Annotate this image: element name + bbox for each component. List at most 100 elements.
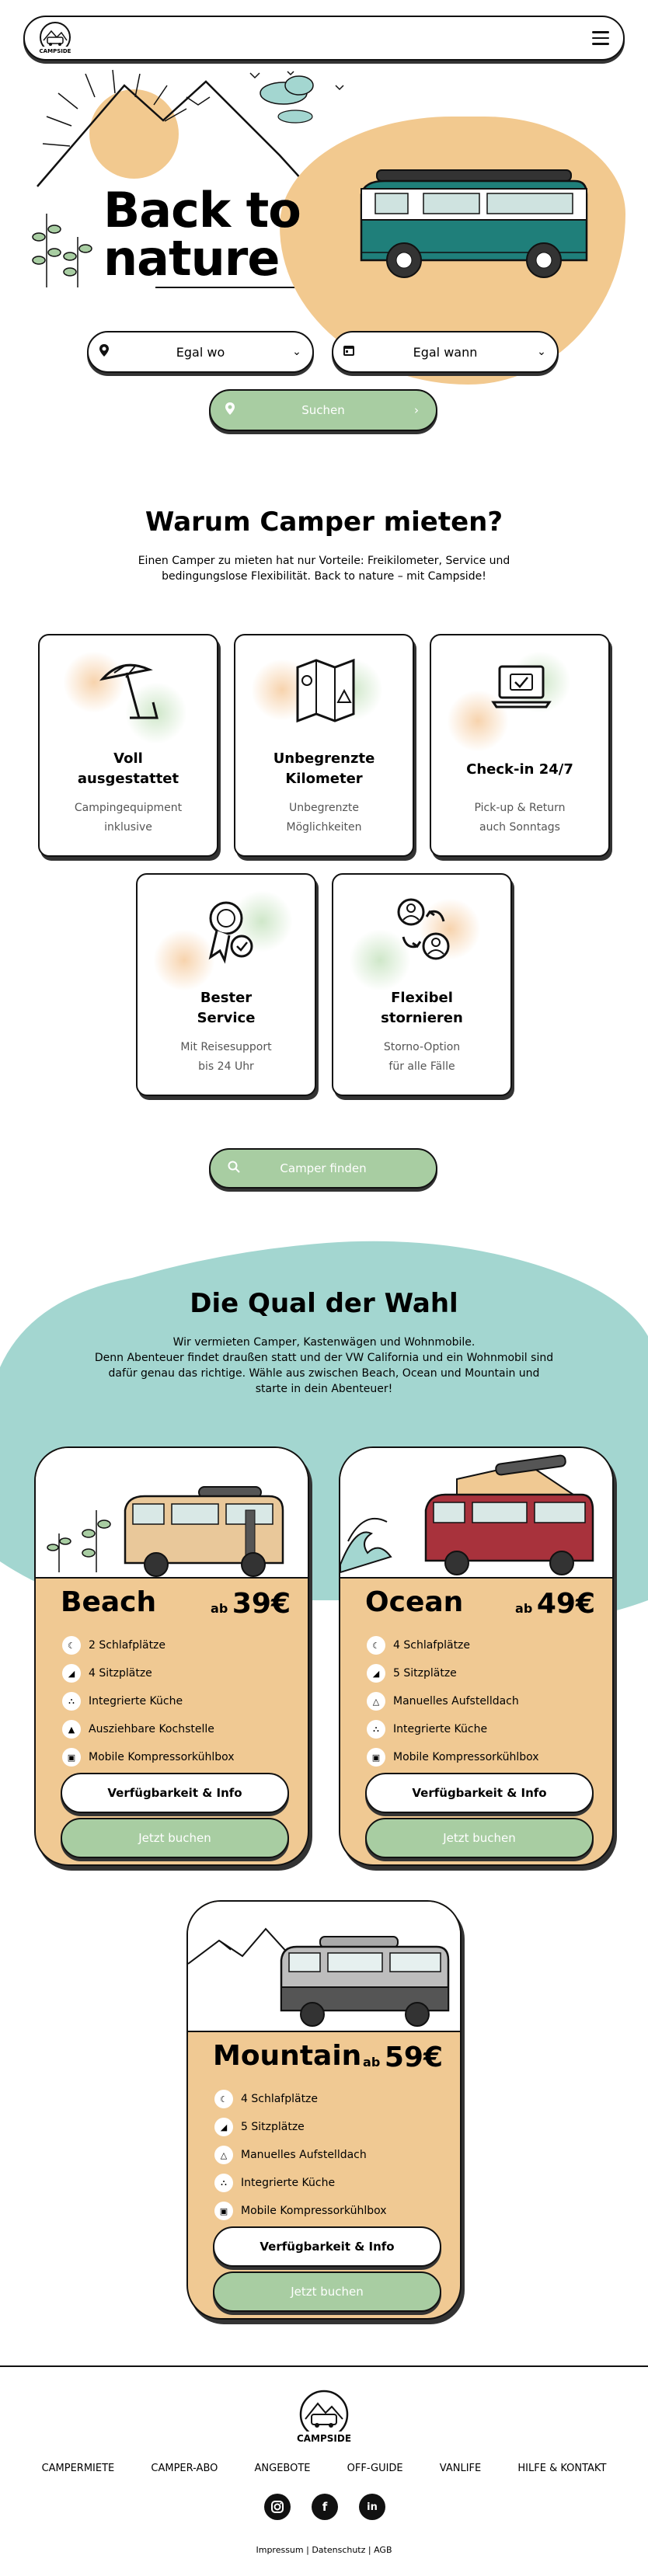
list-item: ⛬ Integrierte Küche [62,1687,235,1715]
feature-description: Pick-up & Return auch Sonntags [474,802,566,834]
top-navbar: CAMPSIDE [23,16,625,61]
list-item: ⛬ Integrierte Küche [214,2169,387,2197]
swap-users-icon [397,898,450,960]
camper-card-mountain: Mountain ab 59€ ☾ 4 Schlafplätze ◢ 5 Sitzp… [186,1900,462,2320]
list-item: ▣ Mobile Kompressorkühlbox [214,2197,387,2225]
book-now-button[interactable]: Jetzt buchen [213,2271,441,2312]
hamburger-icon[interactable] [592,31,609,45]
cloud-icon [260,75,314,124]
seat-icon: ◢ [214,2118,233,2136]
list-item: ▣ Mobile Kompressorkühlbox [62,1743,235,1771]
camper-price: ab 59€ [363,2042,443,2073]
why-intro-line1: Einen Camper zu mieten hat nur Vorteile:… [138,555,510,567]
feature-title: Bester Service [197,990,256,1026]
kitchen-icon: ⛬ [214,2174,233,2192]
list-item: ◢ 4 Sitzplätze [62,1659,235,1687]
feature-title: Unbegrenzte Kilometer [273,750,375,787]
why-intro-line2: bedingungslose Flexibilität. Back to nat… [162,570,486,583]
footer-link-camper-abo[interactable]: CAMPER-ABO [151,2463,218,2474]
where-select[interactable]: Egal wo ⌄ [87,331,314,373]
find-camper-button[interactable]: Camper finden [209,1148,437,1189]
chevron-right-icon: › [414,403,419,417]
feature-card: Flexibel stornieren Storno-Option für alle… [332,873,512,1096]
list-item: ◢ 5 Sitzplätze [214,2113,387,2141]
fridge-icon: ▣ [214,2202,233,2220]
feature-card: Check-in 24/7 Pick-up & Return auch Sonnt… [430,634,610,857]
kitchen-icon: ⛬ [367,1720,385,1739]
footer-link-vanlife[interactable]: VANLIFE [440,2463,481,2474]
book-now-button[interactable]: Jetzt buchen [365,1818,594,1858]
list-item: ⛬ Integrierte Küche [367,1715,539,1743]
moon-icon: ☾ [62,1636,81,1655]
camper-card-ocean: Ocean ab 49€ ☾ 4 Schlafplätze ◢ 5 Sitzplät… [339,1446,614,1866]
flame-icon: ▲ [62,1720,81,1739]
feature-description: Campingequipment inklusive [74,802,183,834]
hero-van-illustration [360,169,588,278]
camper-price: ab 39€ [211,1588,291,1620]
hero-title: Back to nature [103,186,301,283]
list-item: ☾ 4 Schlafplätze [367,1631,539,1659]
footer-nav: CAMPERMIETE CAMPER-ABO ANGEBOTE OFF-GUID… [0,2463,648,2474]
camper-image [340,1448,612,1579]
map-icon [296,658,355,723]
footer-link-campermiete[interactable]: CAMPERMIETE [42,2463,115,2474]
list-item: △ Manuelles Aufstelldach [214,2141,387,2169]
campside-logo[interactable]: CAMPSIDE [36,20,75,56]
when-select-value: Egal wann [413,344,478,360]
feature-list: ☾ 4 Schlafplätze ◢ 5 Sitzplätze △ Manuelles… [367,1631,539,1771]
social-links: f in [264,2494,385,2520]
fridge-icon: ▣ [367,1748,385,1767]
facebook-icon[interactable]: f [312,2494,338,2520]
laptop-check-icon [491,665,552,708]
location-pin-icon [89,343,120,360]
feature-card: Bester Service Mit Reisesupport bis 24 Uhr [136,873,316,1096]
choice-text: Wir vermieten Camper, Kastenwägen und Wo… [94,1336,554,1395]
feature-description: Unbegrenzte Möglichkeiten [286,802,362,834]
availability-info-button[interactable]: Verfügbarkeit & Info [213,2226,441,2267]
footer-link-hilfe-kontakt[interactable]: HILFE & KONTAKT [517,2463,606,2474]
search-button[interactable]: Suchen › [209,389,437,431]
search-button-label: Suchen [301,403,345,417]
plant-icon [32,214,92,287]
footer-link-angebote[interactable]: ANGEBOTE [255,2463,311,2474]
camper-card-beach: Beach ab 39€ ☾ 2 Schlafplätze ◢ 4 Sitzplät… [34,1446,309,1866]
moon-icon: ☾ [367,1636,385,1655]
when-select[interactable]: Egal wann ⌄ [332,331,559,373]
moon-icon: ☾ [214,2090,233,2108]
calendar-icon [333,344,364,360]
chevron-down-icon: ⌄ [537,346,546,358]
instagram-icon[interactable] [264,2494,291,2520]
find-camper-label: Camper finden [280,1161,367,1175]
roof-icon: △ [214,2146,233,2164]
camper-name: Mountain [213,2040,362,2072]
seat-icon: ◢ [367,1664,385,1683]
footer-link-off-guide[interactable]: OFF-GUIDE [347,2463,403,2474]
award-badge-icon [208,901,253,964]
location-pin-icon [211,402,249,419]
list-item: ▲ Ausziehbare Kochstelle [62,1715,235,1743]
feature-description: Storno-Option für alle Fälle [383,1041,461,1073]
footer-divider [0,2365,648,2367]
feature-card: Unbegrenzte Kilometer Unbegrenzte Möglichk… [234,634,414,857]
list-item: ◢ 5 Sitzplätze [367,1659,539,1687]
list-item: ☾ 4 Schlafplätze [214,2085,387,2113]
feature-description: Mit Reisesupport bis 24 Uhr [180,1041,272,1073]
feature-card: Voll ausgestattet Campingequipment inklusi… [38,634,218,857]
list-item: △ Manuelles Aufstelldach [367,1687,539,1715]
where-select-value: Egal wo [176,344,225,360]
choice-title: Die Qual der Wahl [190,1288,458,1319]
book-now-button[interactable]: Jetzt buchen [61,1818,289,1858]
camper-image [188,1902,460,2032]
hero-title-line1: Back to [103,182,301,238]
camper-image [36,1448,308,1579]
camper-name: Ocean [365,1586,464,1618]
list-item: ☾ 2 Schlafplätze [62,1631,235,1659]
footer-logo[interactable]: CAMPSIDE [291,2388,357,2447]
camper-name: Beach [61,1586,157,1618]
availability-info-button[interactable]: Verfügbarkeit & Info [61,1773,289,1813]
linkedin-icon[interactable]: in [359,2494,385,2520]
legal-links[interactable]: Impressum | Datenschutz | AGB [0,2545,648,2555]
feature-list: ☾ 4 Schlafplätze ◢ 5 Sitzplätze △ Manuelles… [214,2085,387,2225]
availability-info-button[interactable]: Verfügbarkeit & Info [365,1773,594,1813]
chevron-down-icon: ⌄ [292,346,301,358]
